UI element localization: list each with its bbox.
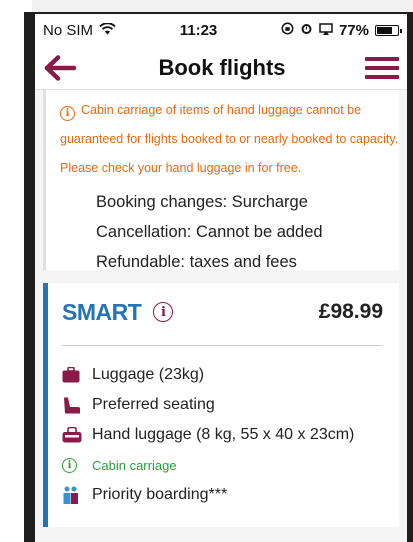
fare-header: SMART i £98.99 <box>62 297 383 327</box>
info-icon: i <box>62 457 77 473</box>
suitcase-icon <box>62 367 92 383</box>
feature-label: Cabin carriage <box>92 457 177 473</box>
clock: 11:23 <box>179 21 218 39</box>
page-title: Book flights <box>158 54 286 80</box>
menu-icon[interactable] <box>364 55 399 81</box>
back-arrow-icon[interactable] <box>43 53 79 83</box>
fare-terms: Booking changes: Surcharge Cancellation:… <box>60 187 399 277</box>
term-cancellation: Cancellation: Cannot be added <box>96 223 323 241</box>
luggage-warning-text: Cabin carriage of items of hand luggage … <box>60 103 399 175</box>
battery-icon <box>375 24 402 36</box>
feature-seating: Preferred seating <box>62 390 383 420</box>
carrier-label: No SIM <box>43 21 94 39</box>
feature-label: Hand luggage (8 kg, 55 x 40 x 23cm) <box>92 426 355 443</box>
previous-fare-card: i Cabin carriage of items of hand luggage… <box>43 90 399 271</box>
term-booking-changes: Booking changes: Surcharge <box>96 193 308 211</box>
wifi-icon <box>99 22 116 38</box>
hand-luggage-icon <box>62 427 92 443</box>
feature-label: Luggage (23kg) <box>92 366 205 383</box>
battery-percent: 77% <box>338 21 369 39</box>
fare-info-icon[interactable]: i <box>153 302 174 322</box>
luggage-warning: i Cabin carriage of items of hand luggage… <box>60 96 399 183</box>
info-icon: i <box>60 106 75 121</box>
term-refundable: Refundable: taxes and fees <box>96 253 297 271</box>
nav-bar: Book flights <box>35 46 407 90</box>
feature-priority-boarding: Priority boarding*** <box>62 480 383 510</box>
lock-rotation-icon <box>281 22 294 39</box>
feature-luggage: Luggage (23kg) <box>62 360 383 390</box>
seat-icon <box>62 397 92 414</box>
alarm-icon <box>300 22 313 39</box>
fare-price: £98.99 <box>318 300 383 323</box>
airplay-icon <box>319 22 333 39</box>
divider <box>62 345 383 346</box>
feature-hand-luggage: Hand luggage (8 kg, 55 x 40 x 23cm) <box>62 420 383 450</box>
feature-label: Preferred seating <box>92 396 215 413</box>
priority-boarding-icon <box>62 486 92 504</box>
phone-screen: No SIM 11:23 77% Book flights i Cabin ca… <box>35 14 407 542</box>
feature-label: Priority boarding*** <box>92 486 228 503</box>
smart-fare-card[interactable]: SMART i £98.99 Luggage (23kg) Preferred … <box>43 283 399 527</box>
fare-name-label: SMART <box>62 298 142 325</box>
fare-name: SMART i <box>62 298 174 326</box>
status-bar: No SIM 11:23 77% <box>35 14 407 46</box>
feature-cabin-carriage: i Cabin carriage <box>62 450 383 480</box>
